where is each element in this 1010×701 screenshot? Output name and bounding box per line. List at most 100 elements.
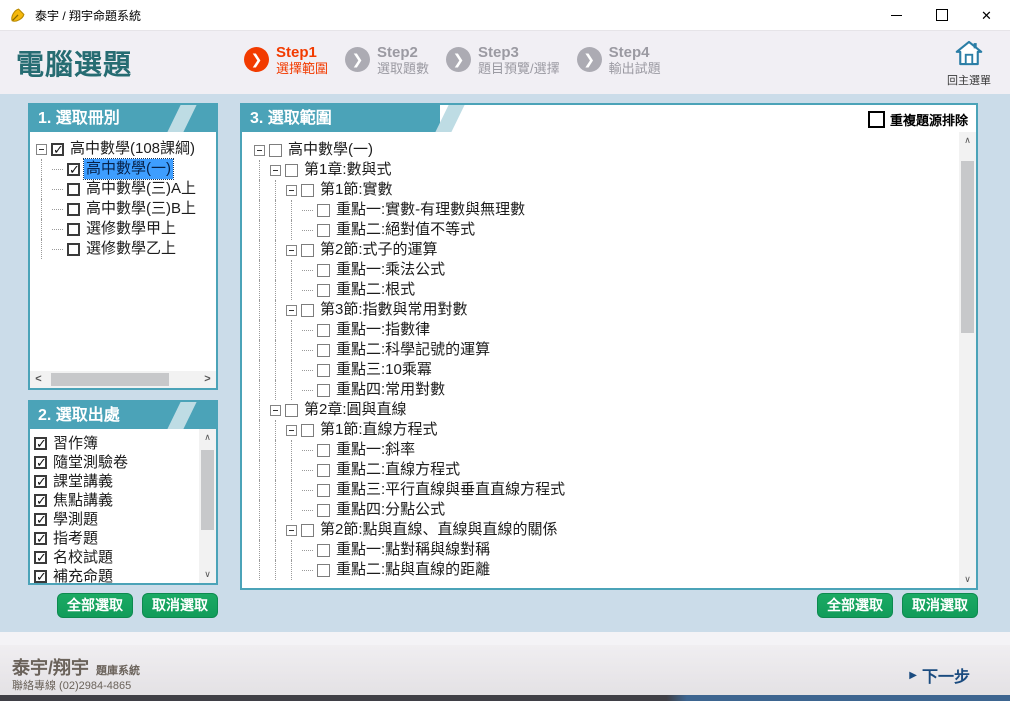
collapse-toggle-icon[interactable] (286, 305, 297, 316)
tree-item[interactable]: 第3節:指數與常用對數 (254, 300, 976, 320)
tree-item[interactable]: 重點二:點與直線的距離 (254, 560, 976, 580)
checkbox[interactable] (34, 475, 47, 488)
checkbox[interactable] (67, 183, 80, 196)
collapse-toggle-icon[interactable] (254, 145, 265, 156)
tree-item[interactable]: 重點一:斜率 (254, 440, 976, 460)
checkbox[interactable] (67, 203, 80, 216)
tree-item[interactable]: 高中數學(三)B上 (36, 199, 216, 219)
checkbox[interactable] (317, 544, 330, 557)
checkbox[interactable] (34, 513, 47, 526)
checkbox[interactable] (317, 464, 330, 477)
source-list-item[interactable]: 焦點講義 (30, 491, 216, 510)
checkbox[interactable] (317, 204, 330, 217)
close-button[interactable] (964, 0, 1009, 30)
step-step4[interactable]: ❯Step4輸出試題 (577, 44, 661, 77)
checkbox[interactable] (301, 244, 314, 257)
tree-item[interactable]: 第2節:點與直線、直線與直線的關係 (254, 520, 976, 540)
checkbox[interactable] (34, 456, 47, 469)
tree-item[interactable]: 重點三:10乘冪 (254, 360, 976, 380)
deselect-all-button[interactable]: 取消選取 (142, 593, 218, 618)
collapse-toggle-icon[interactable] (270, 165, 281, 176)
source-list-item[interactable]: 學測題 (30, 510, 216, 529)
checkbox[interactable] (317, 344, 330, 357)
deselect-all-button[interactable]: 取消選取 (902, 593, 978, 618)
collapse-toggle-icon[interactable] (286, 525, 297, 536)
checkbox[interactable] (868, 111, 885, 128)
tree-item[interactable]: 第1章:數與式 (254, 160, 976, 180)
source-list-item[interactable]: 名校試題 (30, 548, 216, 567)
checkbox[interactable] (34, 570, 47, 583)
scroll-up-button[interactable]: ∧ (959, 132, 976, 149)
tree-item[interactable]: 高中數學(一) (254, 140, 976, 160)
step-step3[interactable]: ❯Step3題目預覽/選擇 (446, 44, 560, 77)
checkbox[interactable] (269, 144, 282, 157)
scrollbar-thumb[interactable] (961, 161, 974, 333)
checkbox[interactable] (317, 444, 330, 457)
next-step-button[interactable]: ▶ 下一步 (909, 663, 970, 687)
checkbox[interactable] (317, 484, 330, 497)
checkbox[interactable] (317, 364, 330, 377)
checkbox[interactable] (301, 304, 314, 317)
checkbox[interactable] (34, 551, 47, 564)
checkbox[interactable] (301, 184, 314, 197)
source-list-item[interactable]: 指考題 (30, 529, 216, 548)
source-list-item[interactable]: 隨堂測驗卷 (30, 453, 216, 472)
checkbox[interactable] (317, 324, 330, 337)
tree-item[interactable]: 高中數學(三)A上 (36, 179, 216, 199)
scroll-up-button[interactable]: ∧ (199, 429, 216, 446)
collapse-toggle-icon[interactable] (36, 144, 47, 155)
checkbox[interactable] (51, 143, 64, 156)
minimize-button[interactable] (874, 0, 919, 30)
tree-item[interactable]: 高中數學(108課綱) (36, 139, 216, 159)
checkbox[interactable] (34, 532, 47, 545)
tree-item[interactable]: 選修數學乙上 (36, 239, 216, 259)
dedupe-checkbox[interactable]: 重複題源排除 (868, 110, 968, 129)
tree-item[interactable]: 第1節:實數 (254, 180, 976, 200)
source-list-item[interactable]: 補充命題 (30, 567, 216, 583)
tree-item[interactable]: 重點二:絕對值不等式 (254, 220, 976, 240)
scrollbar-thumb[interactable] (51, 373, 169, 386)
scroll-right-button[interactable]: > (199, 371, 216, 388)
tree-item[interactable]: 重點四:常用對數 (254, 380, 976, 400)
tree-item[interactable]: 重點一:點對稱與線對稱 (254, 540, 976, 560)
checkbox[interactable] (34, 494, 47, 507)
checkbox[interactable] (285, 164, 298, 177)
tree-item[interactable]: 重點一:指數律 (254, 320, 976, 340)
checkbox[interactable] (317, 384, 330, 397)
step-step1[interactable]: ❯Step1選擇範圍 (244, 44, 328, 77)
horizontal-scrollbar[interactable]: < > (30, 371, 216, 388)
checkbox[interactable] (317, 284, 330, 297)
tree-item[interactable]: 第2節:式子的運算 (254, 240, 976, 260)
tree-item[interactable]: 選修數學甲上 (36, 219, 216, 239)
home-button[interactable]: 回主選單 (938, 40, 1000, 88)
tree-item[interactable]: 高中數學(一) (36, 159, 216, 179)
scrollbar-thumb[interactable] (201, 450, 214, 530)
vertical-scrollbar[interactable]: ∧ ∨ (959, 132, 976, 588)
collapse-toggle-icon[interactable] (286, 245, 297, 256)
maximize-button[interactable] (919, 0, 964, 30)
tree-item[interactable]: 第1節:直線方程式 (254, 420, 976, 440)
tree-item[interactable]: 第2章:圓與直線 (254, 400, 976, 420)
collapse-toggle-icon[interactable] (286, 425, 297, 436)
checkbox[interactable] (285, 404, 298, 417)
tree-item[interactable]: 重點一:乘法公式 (254, 260, 976, 280)
tree-item[interactable]: 重點三:平行直線與垂直直線方程式 (254, 480, 976, 500)
tree-item[interactable]: 重點四:分點公式 (254, 500, 976, 520)
checkbox[interactable] (317, 224, 330, 237)
tree-item[interactable]: 重點二:直線方程式 (254, 460, 976, 480)
checkbox[interactable] (317, 264, 330, 277)
checkbox[interactable] (67, 163, 80, 176)
collapse-toggle-icon[interactable] (270, 405, 281, 416)
tree-item[interactable]: 重點一:實數-有理數與無理數 (254, 200, 976, 220)
source-list-item[interactable]: 習作簿 (30, 434, 216, 453)
select-all-button[interactable]: 全部選取 (57, 593, 133, 618)
tree-item[interactable]: 重點二:根式 (254, 280, 976, 300)
scroll-down-button[interactable]: ∨ (199, 566, 216, 583)
checkbox[interactable] (317, 564, 330, 577)
step-step2[interactable]: ❯Step2選取題數 (345, 44, 429, 77)
checkbox[interactable] (67, 223, 80, 236)
checkbox[interactable] (301, 524, 314, 537)
checkbox[interactable] (301, 424, 314, 437)
source-list-item[interactable]: 課堂講義 (30, 472, 216, 491)
collapse-toggle-icon[interactable] (286, 185, 297, 196)
